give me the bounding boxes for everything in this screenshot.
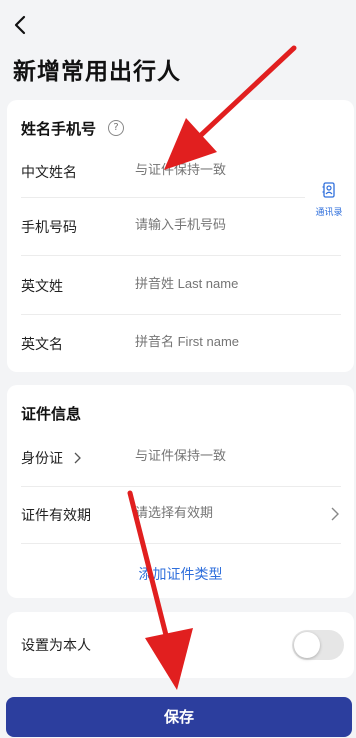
validity-input[interactable] [135, 505, 300, 520]
english-given-name-label: 英文名 [21, 337, 63, 353]
name-phone-card: 姓名手机号 ? 中文姓名 通讯录 手机号码 英文姓 英文名 [7, 100, 354, 372]
divider [21, 197, 305, 198]
phone-label: 手机号码 [21, 220, 77, 236]
set-self-toggle[interactable] [292, 630, 344, 660]
english-surname-label: 英文姓 [21, 279, 63, 295]
save-button[interactable]: 保存 [6, 697, 352, 737]
address-book-icon [322, 182, 335, 198]
phone-input[interactable] [135, 217, 300, 232]
id-type-label: 身份证 [21, 451, 63, 467]
chinese-name-label: 中文姓名 [21, 165, 77, 181]
english-surname-input[interactable] [135, 276, 335, 291]
id-type-selector[interactable]: 身份证 [21, 448, 82, 468]
id-section-title: 证件信息 [21, 405, 82, 423]
divider [21, 543, 341, 544]
divider [21, 314, 341, 315]
name-section-title: 姓名手机号 [21, 120, 97, 138]
set-self-label: 设置为本人 [21, 638, 91, 654]
chinese-name-input[interactable] [135, 162, 300, 177]
chevron-right-icon [74, 452, 82, 464]
add-id-type-link[interactable]: 添加证件类型 [7, 564, 354, 584]
back-chevron-left-icon[interactable] [10, 14, 32, 36]
question-circle-icon[interactable]: ? [108, 120, 124, 136]
divider [21, 486, 341, 487]
validity-label: 证件有效期 [21, 508, 91, 524]
page-title: 新增常用出行人 [13, 59, 181, 85]
id-number-input[interactable] [135, 448, 300, 463]
contacts-label: 通讯录 [315, 208, 343, 218]
english-given-name-input[interactable] [135, 334, 335, 349]
toggle-knob [294, 632, 320, 658]
id-info-card: 证件信息 身份证 证件有效期 添加证件类型 [7, 385, 354, 598]
contacts-button[interactable]: 通讯录 [311, 182, 347, 218]
divider [21, 255, 341, 256]
set-self-card: 设置为本人 [7, 612, 354, 678]
chevron-right-icon[interactable] [330, 507, 340, 521]
